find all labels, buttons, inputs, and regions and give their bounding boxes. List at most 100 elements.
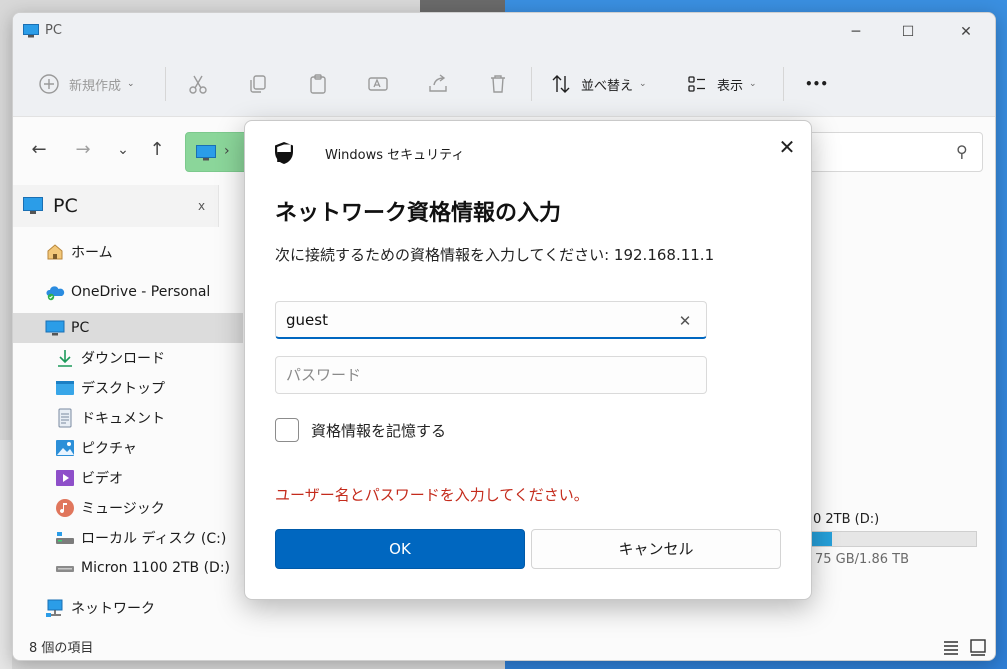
sidebar-item-network[interactable]: ネットワーク xyxy=(13,593,243,623)
search-icon: ⚲ xyxy=(956,142,968,161)
sidebar-item-label: ミュージック xyxy=(81,501,165,517)
pc-icon xyxy=(23,197,43,214)
search-box[interactable]: ⚲ xyxy=(803,132,983,172)
sidebar-item-pc[interactable]: PC xyxy=(13,313,243,343)
forward-icon[interactable]: → xyxy=(71,138,95,162)
back-icon[interactable]: ← xyxy=(27,138,51,162)
title-bar: PC ─ ☐ ✕ xyxy=(13,13,995,51)
remember-credentials-label: 資格情報を記憶する xyxy=(311,422,447,440)
rename-icon[interactable] xyxy=(366,72,390,96)
sidebar-item-label: ピクチャ xyxy=(81,441,137,457)
dialog-description: 次に接続するための資格情報を入力してください: 192.168.11.1 xyxy=(275,246,715,264)
sidebar-item-pictures[interactable]: ピクチャ xyxy=(13,433,243,463)
new-button[interactable]: 新規作成 ⌄ xyxy=(37,69,135,99)
sidebar-item-videos[interactable]: ビデオ xyxy=(13,463,243,493)
dialog-app-name: Windows セキュリティ xyxy=(325,148,465,163)
download-icon xyxy=(58,350,72,367)
document-icon xyxy=(58,408,72,428)
maximize-button[interactable]: ☐ xyxy=(893,21,923,43)
sort-label: 並べ替え xyxy=(581,78,634,94)
sidebar-item-label: デスクトップ xyxy=(81,381,165,397)
sidebar-item-documents[interactable]: ドキュメント xyxy=(13,403,243,433)
status-bar: 8 個の項目 xyxy=(13,633,995,660)
onedrive-icon xyxy=(46,286,65,301)
view-list-icon xyxy=(688,76,705,92)
toolbar-divider xyxy=(531,67,532,101)
sidebar-item-label: Micron 1100 2TB (D:) xyxy=(81,560,231,576)
sidebar-item-label: OneDrive - Personal xyxy=(71,284,211,300)
drive-tile-d[interactable]: 0 2TB (D:) 75 GB/1.86 TB xyxy=(793,510,993,580)
desktop-icon xyxy=(56,381,74,395)
shield-icon xyxy=(275,142,293,164)
sidebar-item-downloads[interactable]: ダウンロード xyxy=(13,343,243,373)
network-icon xyxy=(46,599,63,617)
window-title: PC xyxy=(45,23,62,38)
music-icon xyxy=(56,499,74,517)
error-message: ユーザー名とパスワードを入力してください。 xyxy=(275,486,589,504)
copy-icon[interactable] xyxy=(246,72,270,96)
new-label: 新規作成 xyxy=(69,78,122,94)
ok-button[interactable]: OK xyxy=(275,529,525,569)
minimize-button[interactable]: ─ xyxy=(841,21,871,43)
recent-locations-icon[interactable]: ⌄ xyxy=(111,138,135,162)
sidebar-item-micron-d[interactable]: Micron 1100 2TB (D:) xyxy=(13,553,243,583)
username-input[interactable] xyxy=(275,301,707,339)
chevron-down-icon: ⌄ xyxy=(127,79,135,89)
plus-circle-icon xyxy=(39,74,59,94)
cancel-button[interactable]: キャンセル xyxy=(531,529,781,569)
sidebar-tab-pc[interactable]: PC x xyxy=(13,185,219,227)
drive-name: 0 2TB (D:) xyxy=(813,512,880,527)
dialog-close-button[interactable]: ✕ xyxy=(773,133,801,161)
item-count: 8 個の項目 xyxy=(29,641,94,656)
sidebar-item-label: ビデオ xyxy=(81,471,123,487)
sidebar-item-desktop[interactable]: デスクトップ xyxy=(13,373,243,403)
close-window-button[interactable]: ✕ xyxy=(951,21,981,43)
sidebar-item-label: ドキュメント xyxy=(81,411,165,427)
credential-dialog: Windows セキュリティ ✕ ネットワーク資格情報の入力 次に接続するための… xyxy=(244,120,812,600)
command-bar: 新規作成 ⌄ 並べ替え ⌄ 表示 ⌄ ••• xyxy=(13,51,995,117)
more-options-button[interactable]: ••• xyxy=(805,69,828,99)
sidebar-tab-label: PC xyxy=(53,195,78,217)
sidebar-item-label: ローカル ディスク (C:) xyxy=(81,531,227,547)
tiles-view-icon[interactable] xyxy=(968,637,988,657)
drive-usage-bar xyxy=(793,531,977,547)
drive-size: 75 GB/1.86 TB xyxy=(815,552,909,567)
sort-icon xyxy=(552,75,570,93)
background-window-edge-left xyxy=(0,440,12,669)
dialog-title: ネットワーク資格情報の入力 xyxy=(275,201,562,226)
sidebar-item-label: PC xyxy=(71,320,90,336)
remember-credentials-checkbox[interactable] xyxy=(275,418,299,442)
home-icon xyxy=(47,244,63,260)
sidebar-item-label: ダウンロード xyxy=(81,351,165,367)
toolbar-divider xyxy=(783,67,784,101)
sidebar-item-local-disk-c[interactable]: ローカル ディスク (C:) xyxy=(13,523,243,553)
cut-icon[interactable] xyxy=(186,72,210,96)
toolbar-divider xyxy=(165,67,166,101)
close-icon[interactable]: x xyxy=(198,199,205,213)
chevron-down-icon: ⌄ xyxy=(639,79,647,89)
navigation-pane: PC x ホーム OneDrive - Personal PC ダウンロード デ… xyxy=(13,180,243,640)
sidebar-item-home[interactable]: ホーム xyxy=(13,237,243,267)
paste-icon[interactable] xyxy=(306,72,330,96)
sidebar-item-music[interactable]: ミュージック xyxy=(13,493,243,523)
details-view-icon[interactable] xyxy=(941,637,961,657)
view-label: 表示 xyxy=(717,78,744,94)
sort-button[interactable]: 並べ替え ⌄ xyxy=(549,69,647,99)
drive-icon xyxy=(56,532,74,544)
chevron-down-icon: ⌄ xyxy=(749,79,757,89)
breadcrumb-chevron-icon: › xyxy=(224,143,230,159)
drive-icon xyxy=(56,566,74,572)
sidebar-item-onedrive[interactable]: OneDrive - Personal xyxy=(13,277,243,307)
clear-input-icon[interactable]: ✕ xyxy=(673,309,697,333)
share-icon[interactable] xyxy=(426,72,450,96)
video-icon xyxy=(56,470,74,486)
pc-icon xyxy=(45,320,65,336)
pc-icon xyxy=(196,145,216,161)
sidebar-item-label: ネットワーク xyxy=(71,601,155,617)
sidebar-item-label: ホーム xyxy=(71,245,113,261)
password-input[interactable] xyxy=(275,356,707,394)
delete-icon[interactable] xyxy=(486,72,510,96)
up-icon[interactable]: ↑ xyxy=(145,138,169,162)
view-button[interactable]: 表示 ⌄ xyxy=(685,69,757,99)
picture-icon xyxy=(56,440,74,456)
